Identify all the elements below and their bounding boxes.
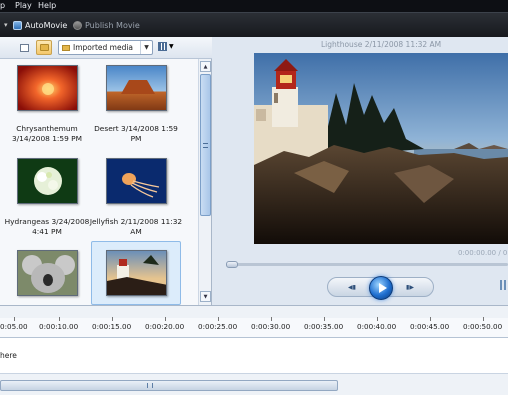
preview-pane: Lighthouse 2/11/2008 11:32 AM 0:00:00.00… — [213, 37, 508, 305]
automovie-button[interactable]: AutoMovie — [13, 19, 67, 32]
folder-icon — [39, 44, 49, 51]
thumbnail-view-icon — [158, 42, 167, 51]
ruler-tick-label: 0:00:25.00 — [198, 317, 238, 331]
video-track[interactable]: here — [0, 338, 508, 374]
media-caption-line2: PM — [130, 134, 142, 143]
preview-title: Lighthouse 2/11/2008 11:32 AM — [321, 40, 442, 49]
media-caption-line2: 3/14/2008 1:59 PM — [11, 134, 83, 143]
play-icon — [379, 283, 387, 293]
jellyfish-thumbnail — [106, 158, 167, 204]
automovie-label: AutoMovie — [25, 21, 68, 30]
ruler-tick-label: 0:00:40.00 — [357, 317, 397, 331]
publish-movie-button[interactable]: Publish Movie — [73, 19, 140, 32]
media-source-dropdown[interactable]: Imported media ▼ — [58, 40, 153, 55]
scroll-down-icon[interactable]: ▼ — [200, 291, 211, 302]
ruler-tick-label: 0:00:45.00 — [410, 317, 450, 331]
timeline: 0:05.00 0:00:10.00 0:00:15.00 0:00:20.00… — [0, 305, 508, 395]
ruler-tick-label: 0:00:10.00 — [39, 317, 79, 331]
seek-handle[interactable] — [226, 261, 238, 268]
scroll-up-icon[interactable]: ▲ — [200, 61, 211, 72]
menu-edit[interactable]: p — [0, 0, 5, 12]
folder-small-icon — [62, 44, 70, 51]
next-frame-icon[interactable]: ▮▶ — [400, 282, 420, 293]
publish-icon — [73, 21, 82, 30]
chevron-down-icon: ▼ — [140, 41, 152, 54]
media-caption-line2: 4:41 PM — [32, 227, 62, 236]
ruler-tick-label: 0:00:50.00 — [463, 317, 503, 331]
ruler-tick-label: 0:00:30.00 — [251, 317, 291, 331]
menu-help[interactable]: Help — [38, 0, 56, 12]
menu-play[interactable]: Play — [15, 0, 32, 12]
chrysanthemum-thumbnail — [17, 65, 78, 111]
media-caption-line1: Chrysanthemum — [16, 124, 78, 133]
previous-frame-icon[interactable]: ◀▮ — [342, 282, 362, 293]
main-toolbar: ▾ AutoMovie Publish Movie — [0, 12, 508, 37]
media-caption-line2: AM — [130, 227, 142, 236]
split-clip-icon[interactable] — [500, 280, 508, 290]
storyboard-icon — [19, 43, 29, 52]
ruler-tick-label: 0:00:20.00 — [145, 317, 185, 331]
play-button[interactable] — [369, 276, 393, 300]
storyboard-view-button[interactable] — [16, 40, 32, 55]
media-vertical-scrollbar[interactable]: ▲ ▼ — [198, 59, 211, 305]
timeline-ruler: 0:05.00 0:00:10.00 0:00:15.00 0:00:20.00… — [0, 317, 508, 338]
lighthouse-thumbnail — [106, 250, 167, 296]
grip-icon — [203, 143, 208, 148]
preview-image — [254, 53, 508, 244]
ruler-tick-label: 0:00:15.00 — [92, 317, 132, 331]
media-caption-line1: Jellyfish 2/11/2008 11:32 — [89, 217, 183, 226]
toolbar-overflow-icon[interactable]: ▾ — [4, 20, 10, 30]
desert-thumbnail — [106, 65, 167, 111]
ruler-tick-label: 0:00:35.00 — [304, 317, 344, 331]
media-caption-line1: Desert 3/14/2008 1:59 — [94, 124, 178, 133]
grip-icon — [147, 383, 153, 388]
media-pane: Imported media ▼ ▼ Chrysanthemum 3/14/20… — [0, 37, 212, 305]
publish-label: Publish Movie — [85, 21, 140, 30]
playback-time: 0:00:00.00 / 0 — [458, 249, 508, 257]
media-pane-toolbar: Imported media ▼ ▼ — [0, 37, 212, 59]
playback-controls: ◀▮ ▮▶ — [327, 276, 434, 300]
media-source-label: Imported media — [73, 43, 134, 52]
seek-bar[interactable] — [226, 263, 508, 266]
timeline-horizontal-scrollbar[interactable] — [0, 380, 338, 391]
automovie-icon — [13, 21, 22, 30]
scrollbar-thumb[interactable] — [200, 74, 211, 216]
menu-bar: p Play Help — [0, 0, 508, 12]
media-folder-button[interactable] — [36, 40, 52, 55]
media-caption-line1: Hydrangeas 3/24/2008 — [4, 217, 90, 226]
view-chevron-icon: ▼ — [169, 43, 174, 50]
koala-thumbnail — [17, 250, 78, 296]
hydrangeas-thumbnail — [17, 158, 78, 204]
ruler-tick-label: 0:05.00 — [0, 317, 28, 331]
track-placeholder-text: here — [0, 351, 17, 360]
view-options-button[interactable]: ▼ — [158, 42, 174, 51]
